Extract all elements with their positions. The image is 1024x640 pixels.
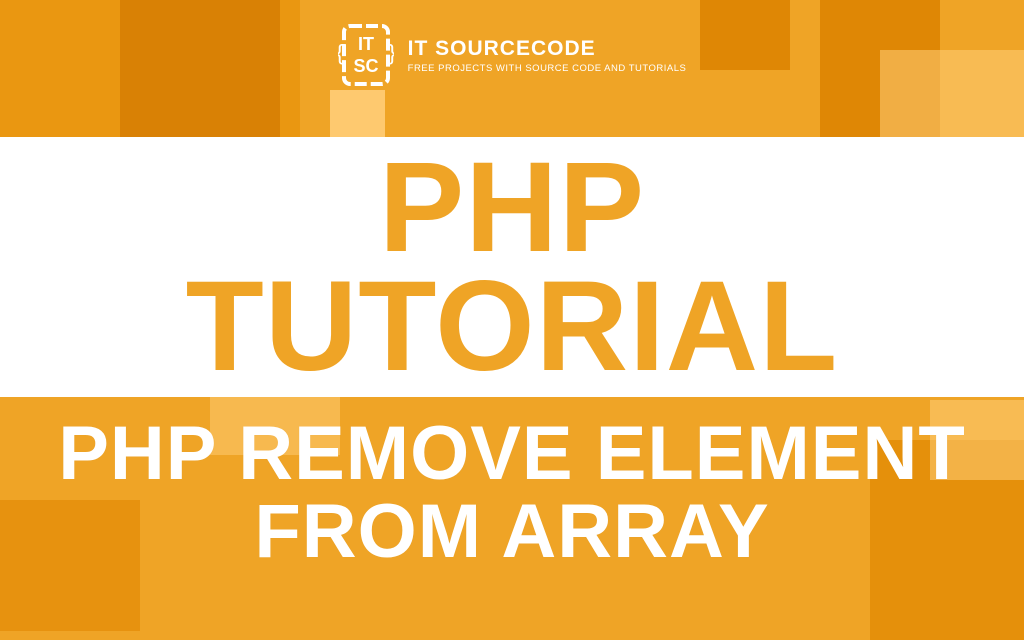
brand-name: IT SOURCECODE: [408, 37, 687, 61]
svg-text:{: {: [338, 42, 347, 67]
main-title-line2: TUTORIAL: [186, 267, 839, 386]
brand-header: IT SC { } IT SOURCECODE FREE PROJECTS WI…: [0, 22, 1024, 88]
sub-title-line1: PHP REMOVE ELEMENT: [30, 415, 994, 493]
logo-letters-bottom: SC: [353, 56, 378, 76]
main-title-line1: PHP: [186, 148, 839, 267]
logo-icon: IT SC { }: [338, 22, 394, 88]
sub-title-line2: FROM ARRAY: [30, 493, 994, 571]
sub-title: PHP REMOVE ELEMENT FROM ARRAY: [30, 415, 994, 570]
logo-letters-top: IT: [358, 34, 374, 54]
sub-title-band: PHP REMOVE ELEMENT FROM ARRAY: [0, 415, 1024, 570]
main-title-band: PHP TUTORIAL: [0, 137, 1024, 397]
main-title: PHP TUTORIAL: [186, 148, 839, 386]
svg-text:}: }: [385, 42, 394, 67]
brand-tagline: FREE PROJECTS WITH SOURCE CODE AND TUTOR…: [408, 63, 687, 74]
